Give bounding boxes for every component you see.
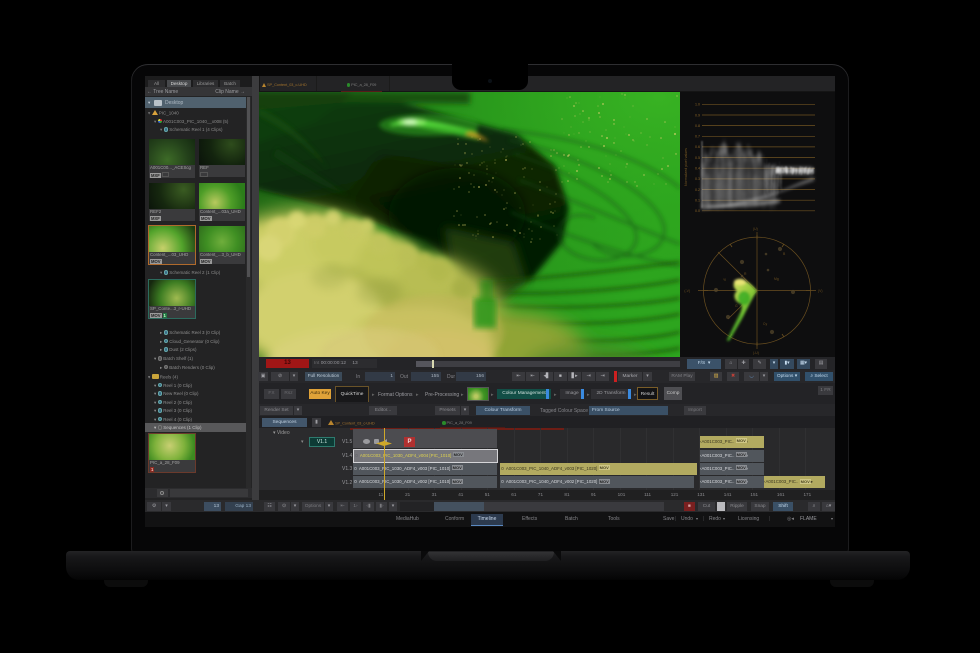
svg-text:R: R [744,272,747,276]
svg-text:B: B [783,252,786,256]
svg-text:(V): (V) [818,289,823,293]
svg-text:(-V): (-V) [684,289,690,293]
svg-text:Cy: Cy [763,322,767,326]
svg-text:0.0: 0.0 [695,209,700,213]
svg-text:0.8: 0.8 [695,124,700,128]
svg-text:0.6: 0.6 [695,145,700,149]
svg-text:Yl: Yl [723,278,726,282]
svg-text:0.7: 0.7 [695,135,700,139]
svg-text:(U): (U) [753,227,758,231]
svg-text:1.0: 1.0 [695,103,700,107]
svg-text:0.1: 0.1 [695,199,700,203]
svg-text:G: G [735,304,738,308]
svg-text:0.3: 0.3 [695,177,700,181]
svg-text:(-U): (-U) [753,351,759,355]
svg-text:Normalized pixel values: Normalized pixel values [684,148,688,186]
svg-text:0.5: 0.5 [695,156,700,160]
svg-text:0.9: 0.9 [695,113,700,117]
svg-text:0.2: 0.2 [695,188,700,192]
svg-text:Mg: Mg [774,277,779,281]
svg-text:0.4: 0.4 [695,167,700,171]
